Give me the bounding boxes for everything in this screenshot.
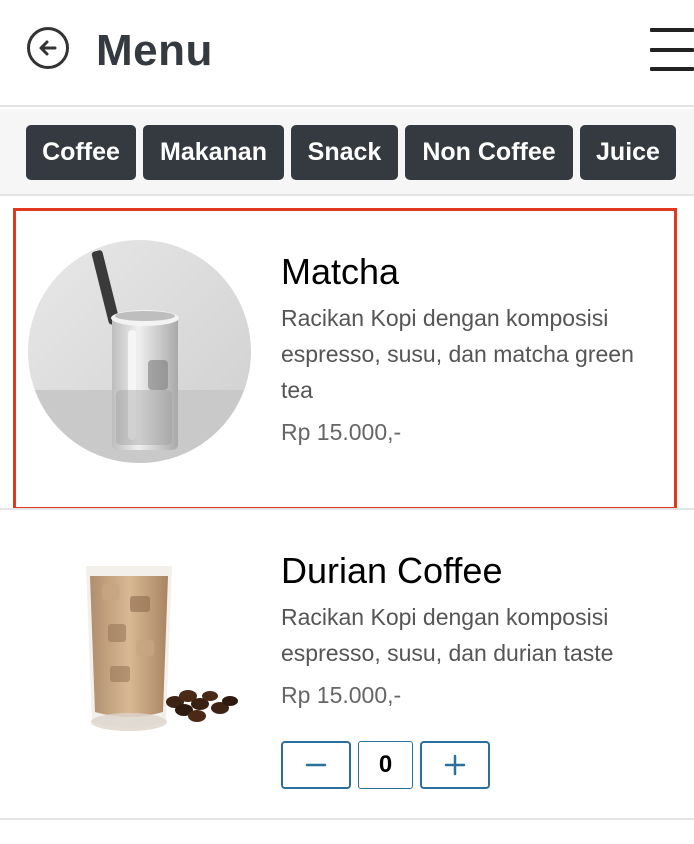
- durian-coffee-image: [86, 566, 238, 731]
- category-non-coffee-button[interactable]: Non Coffee: [405, 125, 573, 180]
- item-price: Rp 15.000,-: [281, 419, 402, 445]
- item-description: Racikan Kopi dengan komposisi espresso, …: [281, 604, 614, 666]
- increase-quantity-button[interactable]: [420, 741, 490, 789]
- arrow-left-circle-icon: [39, 40, 57, 56]
- page-title: Menu: [96, 26, 213, 75]
- minus-icon: [305, 763, 327, 767]
- category-bar: Coffee Makanan Snack Non Coffee Juice: [0, 109, 694, 196]
- hamburger-menu-button[interactable]: [650, 28, 694, 72]
- app-header: Menu: [0, 0, 694, 107]
- menu-item-durian-coffee[interactable]: Durian Coffee Racikan Kopi dengan kompos…: [0, 508, 694, 820]
- category-snack-button[interactable]: Snack: [291, 125, 398, 180]
- item-name: Durian Coffee: [281, 550, 503, 591]
- item-description: Racikan Kopi dengan komposisi espresso, …: [281, 305, 634, 403]
- category-makanan-button[interactable]: Makanan: [143, 125, 284, 180]
- quantity-value: 0: [358, 741, 413, 789]
- back-button[interactable]: [27, 27, 69, 69]
- category-juice-button[interactable]: Juice: [580, 125, 676, 180]
- plus-icon: [444, 754, 466, 776]
- hamburger-icon: [650, 28, 694, 32]
- menu-item-matcha[interactable]: Matcha Racikan Kopi dengan komposisi esp…: [0, 208, 694, 510]
- category-coffee-button[interactable]: Coffee: [26, 125, 136, 180]
- item-name: Matcha: [281, 251, 400, 292]
- matcha-drink-image: [28, 240, 251, 463]
- decrease-quantity-button[interactable]: [281, 741, 351, 789]
- item-price: Rp 15.000,-: [281, 682, 402, 708]
